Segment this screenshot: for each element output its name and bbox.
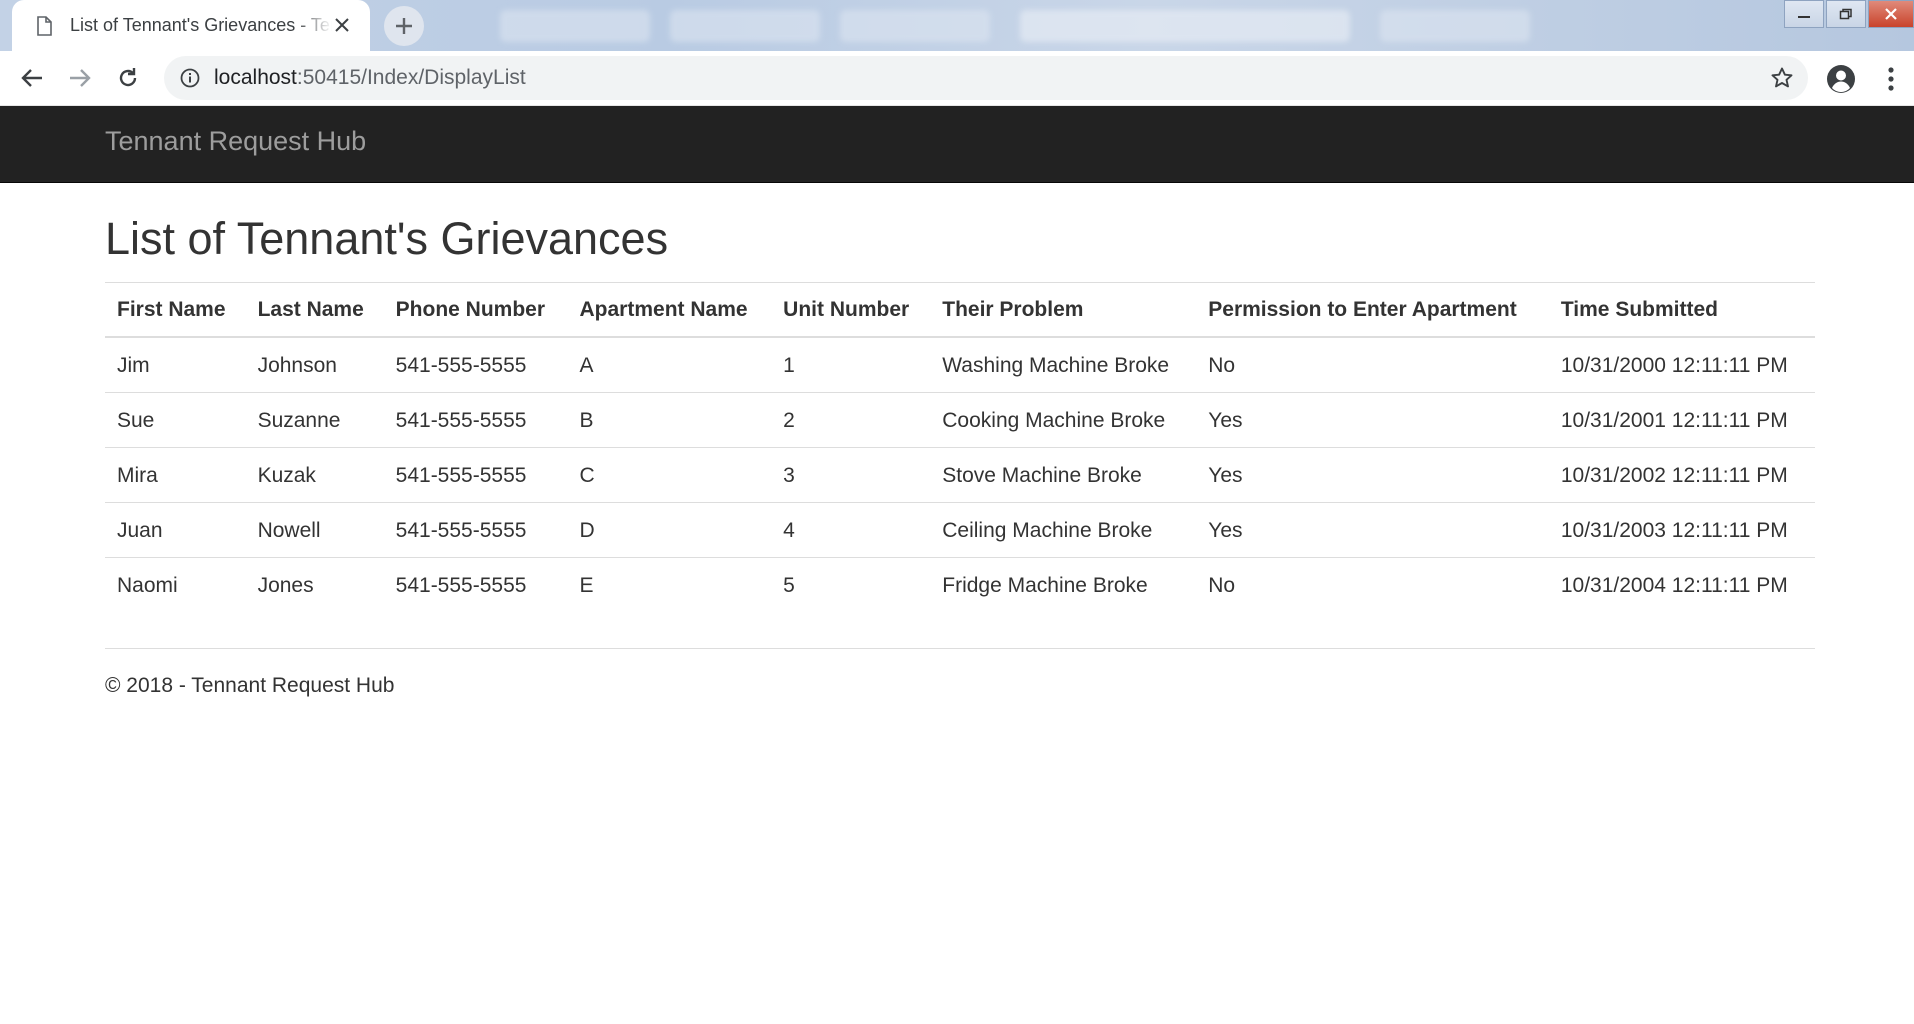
cell-phone-number: 541-555-5555 bbox=[383, 447, 568, 503]
cell-unit-number: 2 bbox=[771, 392, 931, 448]
browser-menu-icon[interactable] bbox=[1886, 66, 1896, 92]
cell-permission: Yes bbox=[1196, 502, 1549, 558]
cell-unit-number: 1 bbox=[771, 336, 931, 393]
table-row: Juan Nowell 541-555-5555 D 4 Ceiling Mac… bbox=[105, 502, 1815, 558]
reload-button[interactable] bbox=[108, 58, 148, 98]
url-host: localhost bbox=[214, 66, 297, 89]
cell-phone-number: 541-555-5555 bbox=[383, 336, 568, 393]
cell-unit-number: 3 bbox=[771, 447, 931, 503]
cell-time-submitted: 10/31/2001 12:11:11 PM bbox=[1548, 392, 1815, 448]
cell-problem: Cooking Machine Broke bbox=[930, 392, 1197, 448]
column-header-apartment-name: Apartment Name bbox=[567, 282, 772, 338]
cell-apartment-name: C bbox=[567, 447, 772, 503]
cell-last-name: Kuzak bbox=[245, 447, 384, 503]
table-row: Naomi Jones 541-555-5555 E 5 Fridge Mach… bbox=[105, 557, 1815, 612]
background-tabs bbox=[380, 6, 1674, 46]
tab-active[interactable]: List of Tennant's Grievances - Tennant R… bbox=[12, 0, 370, 51]
cell-problem: Stove Machine Broke bbox=[930, 447, 1197, 503]
new-tab-button[interactable] bbox=[384, 6, 424, 46]
cell-permission: No bbox=[1196, 557, 1549, 612]
footer-copyright: © 2018 - Tennant Request Hub bbox=[105, 674, 395, 697]
profile-avatar-icon[interactable] bbox=[1826, 64, 1856, 94]
forward-button[interactable] bbox=[60, 58, 100, 98]
document-icon bbox=[34, 15, 54, 36]
cell-time-submitted: 10/31/2002 12:11:11 PM bbox=[1548, 447, 1815, 503]
minimize-window-icon[interactable] bbox=[1784, 0, 1824, 28]
tab-title: List of Tennant's Grievances - Tennant R… bbox=[70, 15, 332, 35]
column-header-time-submitted: Time Submitted bbox=[1548, 282, 1815, 338]
cell-apartment-name: A bbox=[567, 336, 772, 393]
cell-time-submitted: 10/31/2004 12:11:11 PM bbox=[1548, 557, 1815, 612]
cell-permission: No bbox=[1196, 336, 1549, 393]
browser-toolbar: localhost:50415/Index/DisplayList bbox=[0, 51, 1914, 106]
column-header-last-name: Last Name bbox=[245, 282, 384, 338]
site-info-icon[interactable] bbox=[178, 66, 202, 90]
cell-apartment-name: E bbox=[567, 557, 772, 612]
table-row: Jim Johnson 541-555-5555 A 1 Washing Mac… bbox=[105, 336, 1815, 393]
cell-first-name: Jim bbox=[105, 336, 246, 393]
cell-last-name: Suzanne bbox=[245, 392, 384, 448]
navbar-brand-link[interactable]: Tennant Request Hub bbox=[105, 126, 366, 157]
cell-permission: Yes bbox=[1196, 392, 1549, 448]
cell-problem: Ceiling Machine Broke bbox=[930, 502, 1197, 558]
column-header-first-name: First Name bbox=[105, 282, 246, 338]
close-window-icon[interactable] bbox=[1868, 0, 1914, 28]
grievances-table: First Name Last Name Phone Number Apartm… bbox=[105, 282, 1815, 612]
cell-phone-number: 541-555-5555 bbox=[383, 557, 568, 612]
cell-time-submitted: 10/31/2003 12:11:11 PM bbox=[1548, 502, 1815, 558]
browser-tabstrip: List of Tennant's Grievances - Tennant R… bbox=[0, 0, 1914, 51]
table-row: Sue Suzanne 541-555-5555 B 2 Cooking Mac… bbox=[105, 392, 1815, 448]
back-button[interactable] bbox=[12, 58, 52, 98]
cell-first-name: Naomi bbox=[105, 557, 246, 612]
url-path: :50415/Index/DisplayList bbox=[296, 66, 526, 89]
cell-first-name: Sue bbox=[105, 392, 246, 448]
table-row: Mira Kuzak 541-555-5555 C 3 Stove Machin… bbox=[105, 447, 1815, 503]
column-header-permission: Permission to Enter Apartment bbox=[1196, 282, 1549, 338]
cell-phone-number: 541-555-5555 bbox=[383, 502, 568, 558]
window-controls bbox=[1784, 0, 1914, 28]
cell-last-name: Nowell bbox=[245, 502, 384, 558]
bookmark-star-icon[interactable] bbox=[1770, 66, 1794, 90]
footer-divider bbox=[105, 648, 1815, 649]
cell-last-name: Johnson bbox=[245, 336, 384, 393]
page-title: List of Tennant's Grievances bbox=[105, 213, 669, 264]
column-header-unit-number: Unit Number bbox=[771, 282, 931, 338]
cell-unit-number: 5 bbox=[771, 557, 931, 612]
close-tab-icon[interactable] bbox=[330, 13, 354, 37]
restore-window-icon[interactable] bbox=[1826, 0, 1866, 28]
cell-apartment-name: D bbox=[567, 502, 772, 558]
address-bar[interactable]: localhost:50415/Index/DisplayList bbox=[164, 56, 1808, 100]
cell-last-name: Jones bbox=[245, 557, 384, 612]
cell-problem: Fridge Machine Broke bbox=[930, 557, 1197, 612]
table-header-row: First Name Last Name Phone Number Apartm… bbox=[105, 282, 1815, 338]
cell-phone-number: 541-555-5555 bbox=[383, 392, 568, 448]
main-content: List of Tennant's Grievances First Name … bbox=[105, 183, 1815, 698]
column-header-problem: Their Problem bbox=[930, 282, 1197, 338]
cell-unit-number: 4 bbox=[771, 502, 931, 558]
cell-first-name: Juan bbox=[105, 502, 246, 558]
cell-permission: Yes bbox=[1196, 447, 1549, 503]
column-header-phone-number: Phone Number bbox=[383, 282, 568, 338]
cell-problem: Washing Machine Broke bbox=[930, 336, 1197, 393]
cell-time-submitted: 10/31/2000 12:11:11 PM bbox=[1548, 336, 1815, 393]
cell-first-name: Mira bbox=[105, 447, 246, 503]
cell-apartment-name: B bbox=[567, 392, 772, 448]
